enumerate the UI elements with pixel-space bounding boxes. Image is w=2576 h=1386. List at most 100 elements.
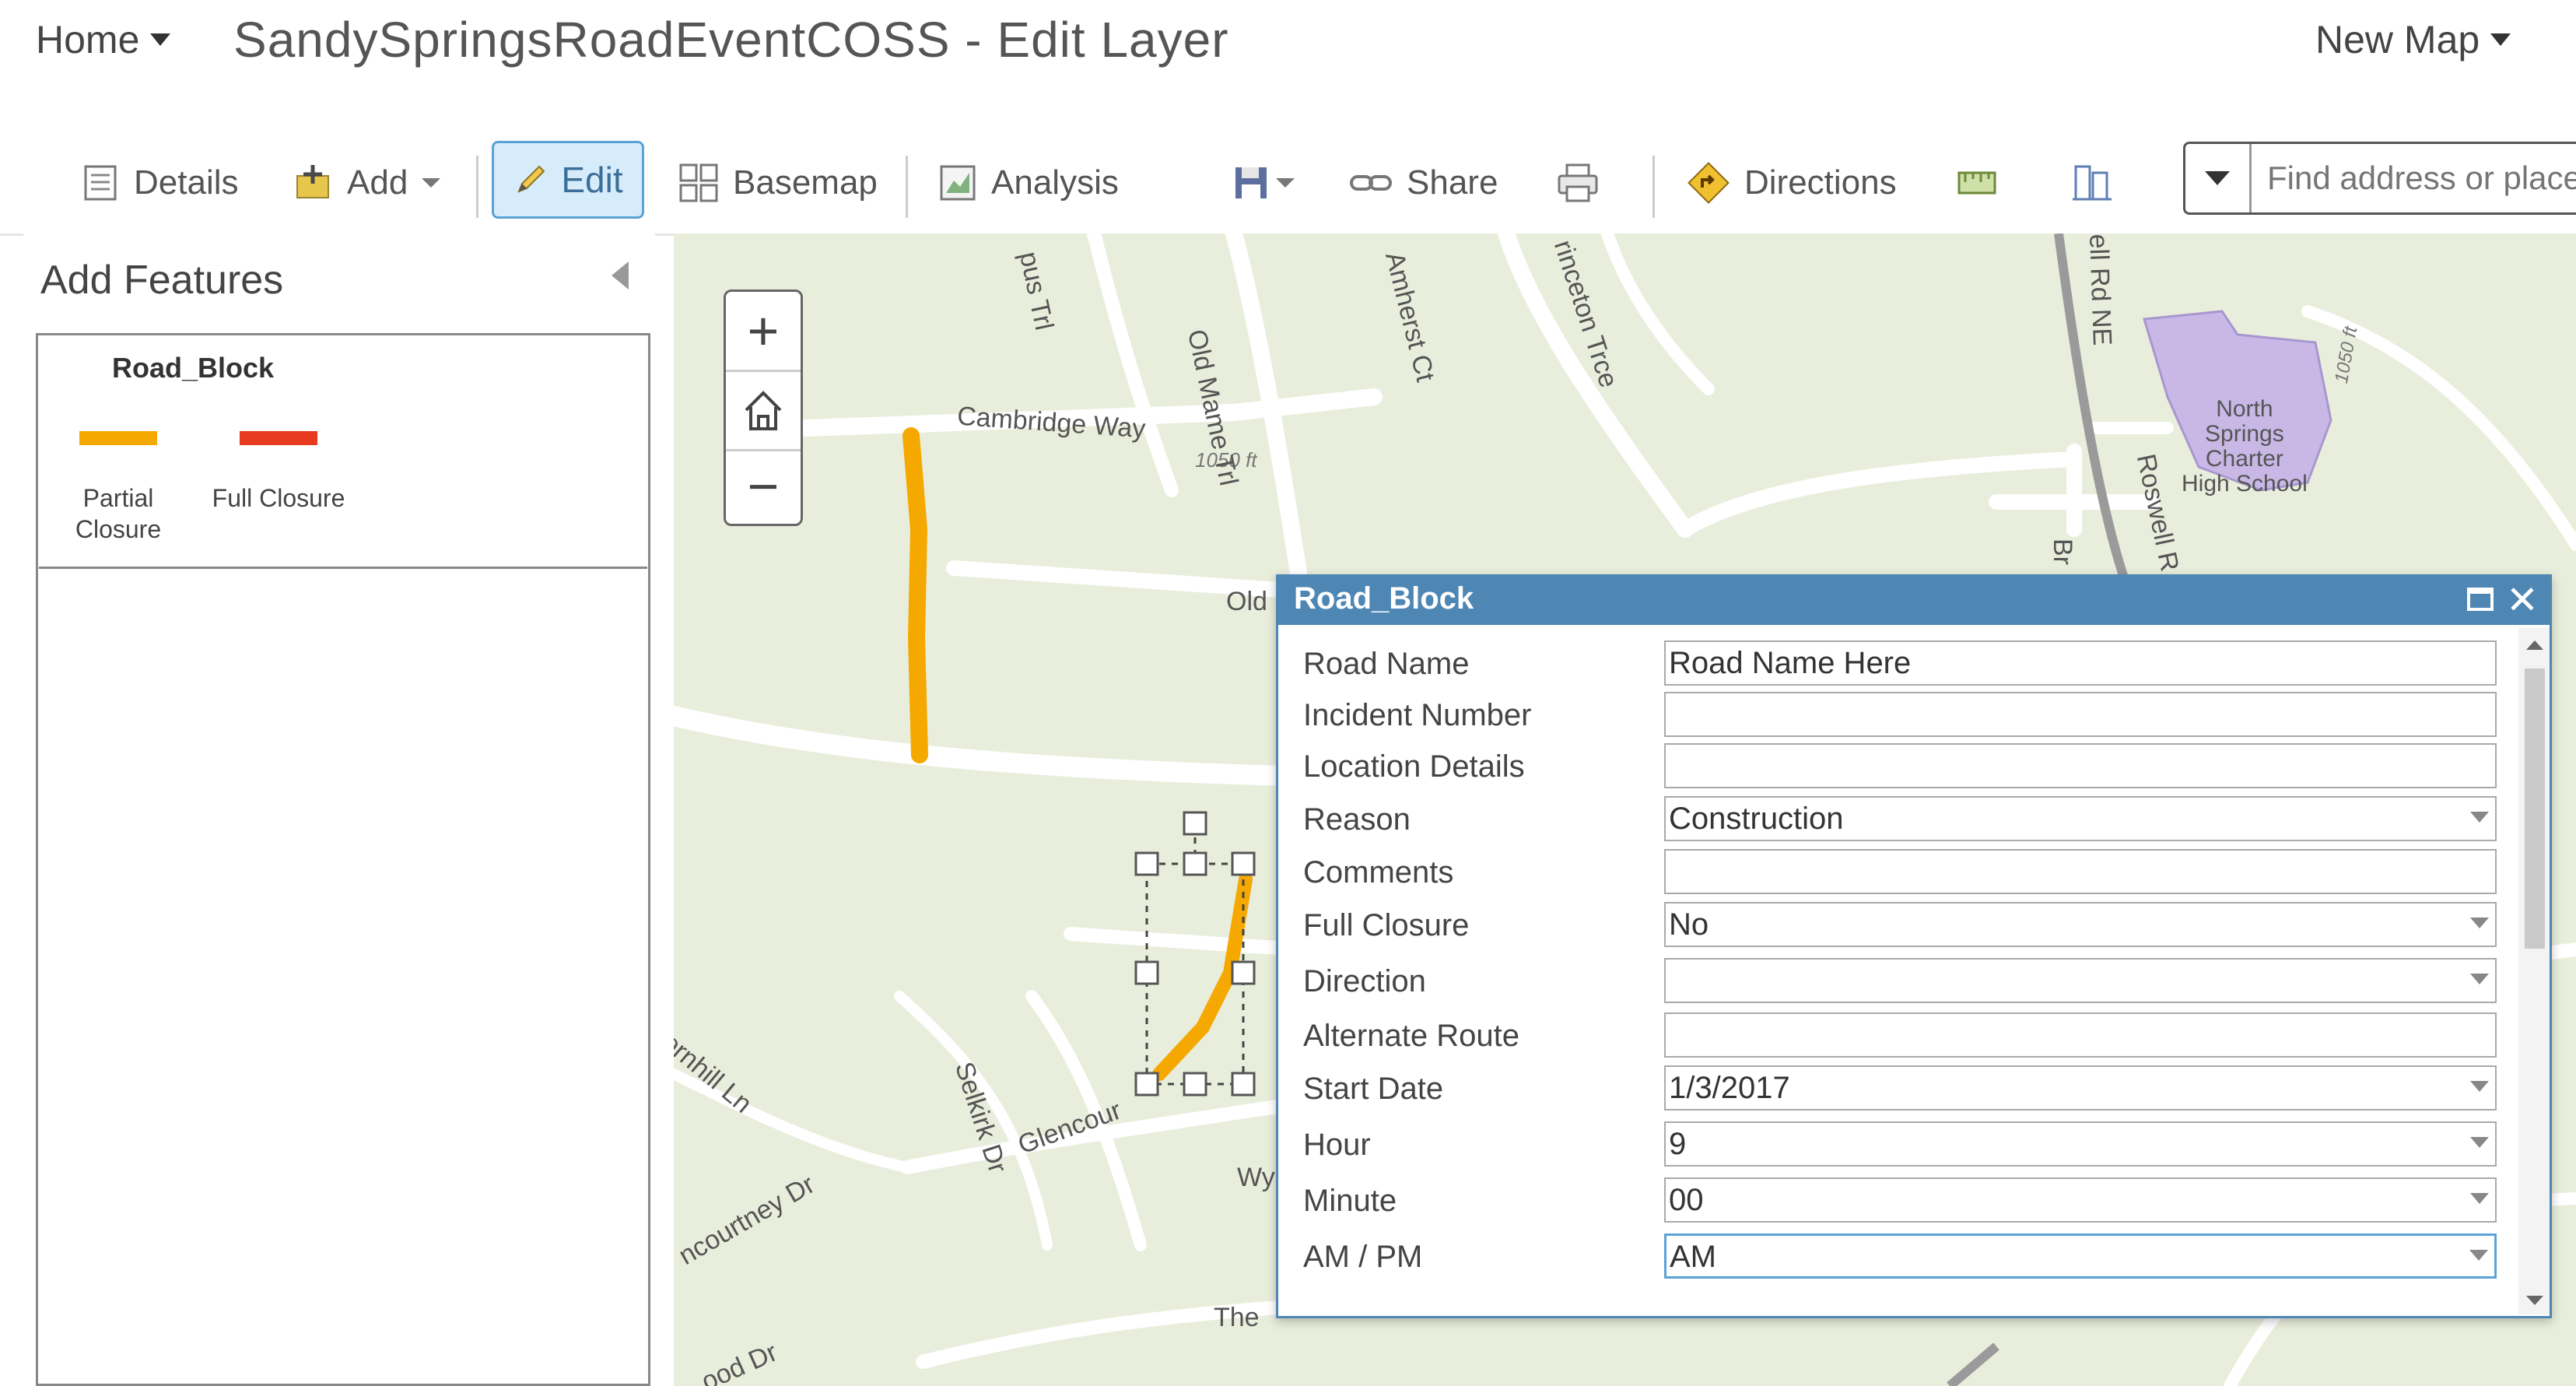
home-label: Home (36, 18, 140, 61)
bookmark-icon (2073, 165, 2112, 201)
search-box[interactable] (2183, 142, 2576, 215)
chevron-down-icon (1276, 178, 1295, 188)
field-input[interactable] (1664, 743, 2497, 788)
street-label: ell Rd NE (2084, 233, 2118, 346)
scroll-up-icon[interactable] (2526, 640, 2543, 650)
analysis-label: Analysis (991, 163, 1119, 202)
details-button[interactable]: Details (81, 132, 239, 233)
field-value: AM (1670, 1240, 1716, 1274)
template-layer-name: Road_Block (112, 352, 275, 384)
toolbar-divider (476, 156, 478, 218)
analysis-icon (940, 165, 976, 201)
home-extent-button[interactable] (726, 371, 801, 451)
field-label: Location Details (1303, 749, 1525, 784)
directions-label: Directions (1744, 163, 1897, 202)
share-button[interactable]: Share (1349, 132, 1498, 233)
directions-button[interactable]: Directions (1687, 132, 1897, 233)
close-icon[interactable]: ✕ (2506, 578, 2539, 622)
street-label: Wy (1237, 1163, 1275, 1192)
divider (39, 567, 647, 569)
zoom-in-button[interactable]: + (726, 292, 801, 372)
measure-button[interactable] (1956, 132, 1998, 233)
zoom-control: + − (724, 289, 803, 526)
field-value: No (1669, 907, 1709, 942)
field-label: Start Date (1303, 1072, 1444, 1106)
chevron-down-icon (2205, 171, 2230, 185)
printer-icon (1558, 163, 1598, 202)
search-input[interactable] (2252, 159, 2576, 198)
field-label: Full Closure (1303, 908, 1470, 942)
field-label: Reason (1303, 802, 1411, 837)
share-label: Share (1407, 163, 1498, 202)
field-label: Incident Number (1303, 698, 1532, 732)
details-icon (84, 165, 117, 201)
template-partial-closure[interactable]: Partial Closure (56, 405, 212, 560)
chevron-down-icon (2470, 1081, 2489, 1092)
field-select[interactable]: 9 (1664, 1121, 2497, 1167)
basemap-label: Basemap (733, 163, 878, 202)
edit-label: Edit (561, 160, 623, 200)
scroll-down-icon[interactable] (2526, 1296, 2543, 1305)
field-input[interactable] (1664, 849, 2497, 894)
field-select[interactable]: AM (1664, 1233, 2497, 1279)
maximize-icon[interactable] (2467, 588, 2494, 611)
field-input[interactable] (1664, 1012, 2497, 1058)
field-value: 00 (1669, 1183, 1704, 1217)
field-label: Hour (1303, 1128, 1371, 1162)
partial-closure-line[interactable] (902, 427, 928, 763)
field-label: Alternate Route (1303, 1019, 1519, 1053)
field-select[interactable]: No (1664, 902, 2497, 947)
add-layer-icon (296, 165, 329, 198)
partial-closure-swatch (79, 431, 157, 445)
page-title: SandySpringsRoadEventCOSS - Edit Layer (233, 12, 1229, 68)
basemap-grid-icon (679, 163, 718, 202)
street-label: Br (2048, 539, 2077, 565)
chevron-down-icon (150, 33, 171, 46)
edit-button[interactable]: Edit (492, 141, 644, 219)
home-menu[interactable]: Home (36, 17, 171, 62)
add-button[interactable]: Add (294, 132, 441, 233)
scrollbar-thumb[interactable] (2525, 668, 2545, 949)
panel-title: Add Features (40, 258, 284, 303)
print-button[interactable] (1556, 132, 1600, 233)
field-label: Comments (1303, 855, 1454, 889)
pencil-icon (517, 165, 545, 193)
field-select[interactable]: 00 (1664, 1177, 2497, 1223)
feature-attribute-popup: Road_Block ✕ Road Name Road Name Here Inci… (1276, 574, 2552, 1318)
field-select[interactable] (1664, 958, 2497, 1003)
collapse-panel-icon[interactable] (612, 261, 629, 289)
field-label: Direction (1303, 964, 1426, 998)
new-map-label: New Map (2315, 18, 2480, 61)
chevron-down-icon (2470, 812, 2489, 823)
save-menu-button[interactable] (1232, 132, 1295, 233)
field-select[interactable]: Construction (1664, 796, 2497, 841)
search-options-dropdown[interactable] (2185, 144, 2252, 212)
field-input[interactable] (1664, 692, 2497, 737)
template-label: Partial Closure (75, 484, 162, 543)
popup-title: Road_Block (1294, 581, 1474, 616)
field-label: Minute (1303, 1184, 1397, 1218)
field-select[interactable]: 1/3/2017 (1664, 1065, 2497, 1111)
street-label: Old (1226, 587, 1267, 616)
link-icon (1350, 175, 1392, 191)
toolbar-divider (1652, 156, 1655, 218)
new-map-menu[interactable]: New Map (2315, 17, 2511, 62)
template-full-closure[interactable]: Full Closure (201, 405, 372, 560)
chevron-down-icon (2470, 1193, 2489, 1204)
field-input[interactable]: Road Name Here (1664, 640, 2497, 686)
chevron-down-icon (2469, 1250, 2488, 1261)
field-value: 1/3/2017 (1669, 1071, 1790, 1105)
bookmarks-button[interactable] (2071, 132, 2113, 233)
add-label: Add (347, 163, 408, 202)
directions-icon (1688, 162, 1730, 204)
home-icon (745, 391, 782, 430)
zoom-out-button[interactable]: − (726, 447, 801, 525)
basemap-button[interactable]: Basemap (678, 132, 878, 233)
analysis-button[interactable]: Analysis (938, 132, 1119, 233)
template-label: Full Closure (212, 484, 345, 512)
full-closure-swatch (240, 431, 317, 445)
chevron-down-icon (2470, 974, 2489, 984)
toolbar-divider (906, 156, 908, 218)
field-label: AM / PM (1303, 1240, 1423, 1274)
street-label: The (1214, 1303, 1260, 1332)
